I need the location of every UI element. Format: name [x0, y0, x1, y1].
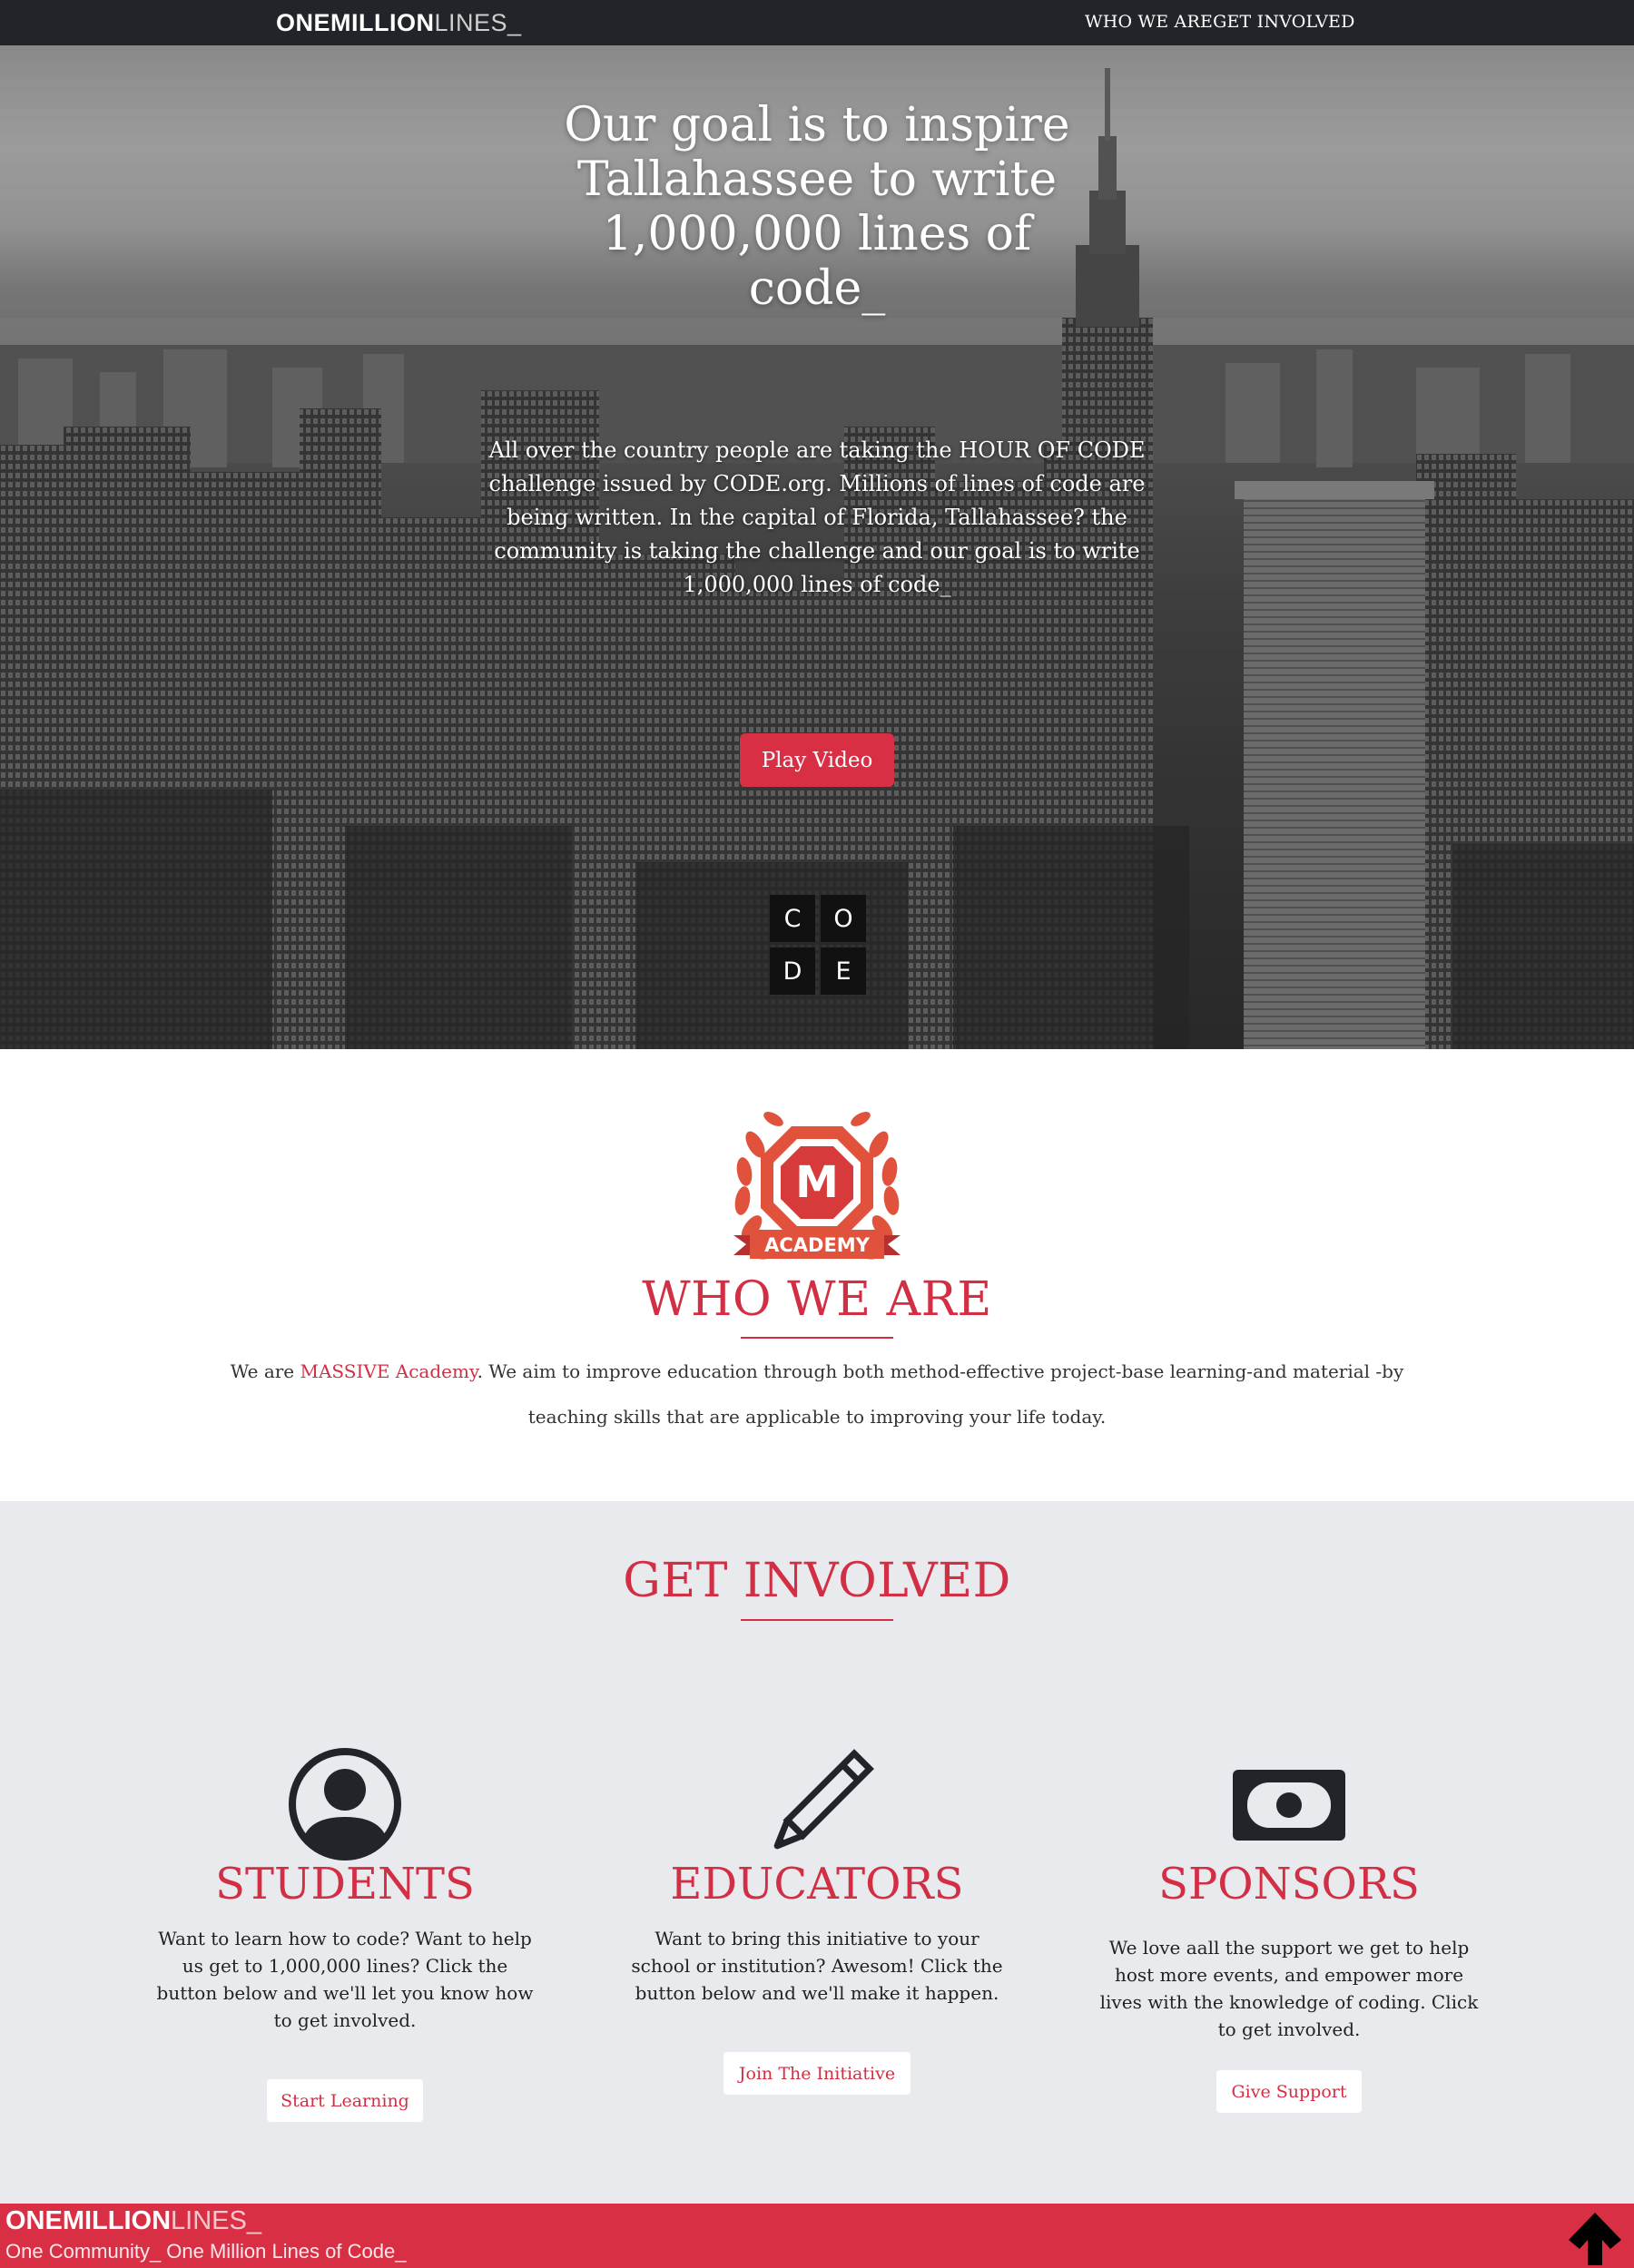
get-involved-section: GET INVOLVED STUDENTS Want to learn how …	[0, 1501, 1634, 2204]
who-we-are-title: WHO WE ARE	[642, 1272, 992, 1327]
hero-title: Our goal is to inspire Tallahassee to wr…	[564, 98, 1070, 316]
code-logo-letter: O	[821, 895, 866, 942]
students-text: Want to learn how to code? Want to help …	[156, 1928, 534, 2031]
top-navbar: ONEMILLIONLINES_ WHO WE AREGET INVOLVED	[0, 0, 1634, 45]
sponsors-text: We love aall the support we get to help …	[1099, 1937, 1479, 2040]
code-logo-letter: D	[770, 947, 815, 995]
educators-title: EDUCATORS	[670, 1859, 964, 1910]
footer-tagline: One Community_ One Million Lines of Code…	[5, 2240, 407, 2263]
nav-links: WHO WE AREGET INVOLVED	[1085, 12, 1355, 32]
svg-text:ACADEMY: ACADEMY	[764, 1234, 871, 1256]
logo-light-text: LINES_	[434, 9, 522, 36]
who-we-are-section: M ACADEMY WHO WE ARE We are MASSIVE Acad…	[0, 1049, 1634, 1501]
brand-logo[interactable]: ONEMILLIONLINES_	[276, 9, 522, 37]
massive-academy-link[interactable]: MASSIVE Academy	[300, 1360, 477, 1382]
logo-bold-text: ONEMILLION	[276, 9, 435, 36]
money-bill-icon	[1233, 1770, 1345, 1841]
footer-logo-light: LINES_	[171, 2206, 261, 2235]
title-underline	[741, 1337, 893, 1339]
massive-academy-badge-icon: M ACADEMY	[733, 1112, 901, 1260]
give-support-button[interactable]: Give Support	[1216, 2070, 1362, 2113]
who-text-intro: We are	[230, 1360, 300, 1382]
educators-column: EDUCATORS Want to bring this initiative …	[626, 1501, 1008, 2204]
sponsors-column: SPONSORS We love aall the support we get…	[1098, 1501, 1480, 2204]
arrow-up-icon[interactable]	[1563, 2204, 1627, 2268]
nav-link-who-we-are[interactable]: WHO WE ARE	[1085, 12, 1213, 32]
pencil-icon	[773, 1749, 874, 1850]
students-column: STUDENTS Want to learn how to code? Want…	[154, 1501, 536, 2204]
footer: ONEMILLIONLINES_ One Community_ One Mill…	[0, 2204, 1634, 2268]
hero-description: All over the country people are taking t…	[488, 437, 1146, 597]
educators-text: Want to bring this initiative to your sc…	[631, 1928, 1003, 2004]
who-we-are-text: We are MASSIVE Academy. We aim to improv…	[218, 1349, 1416, 1439]
who-text-body: . We aim to improve education through bo…	[477, 1360, 1404, 1428]
svg-text:M: M	[795, 1157, 839, 1208]
hero-section: Our goal is to inspire Tallahassee to wr…	[0, 45, 1634, 1049]
footer-logo[interactable]: ONEMILLIONLINES_	[5, 2206, 261, 2236]
code-org-logo[interactable]: C O D E	[770, 895, 866, 995]
play-video-button[interactable]: Play Video	[740, 733, 894, 787]
join-initiative-button[interactable]: Join The Initiative	[723, 2052, 911, 2095]
students-title: STUDENTS	[215, 1859, 475, 1910]
user-circle-icon	[289, 1748, 401, 1861]
code-logo-letter: C	[770, 895, 815, 942]
sponsors-title: SPONSORS	[1158, 1859, 1420, 1910]
nav-link-get-involved[interactable]: GET INVOLVED	[1213, 12, 1354, 32]
footer-logo-bold: ONEMILLION	[5, 2206, 172, 2235]
code-logo-letter: E	[821, 947, 866, 995]
start-learning-button[interactable]: Start Learning	[267, 2079, 423, 2122]
